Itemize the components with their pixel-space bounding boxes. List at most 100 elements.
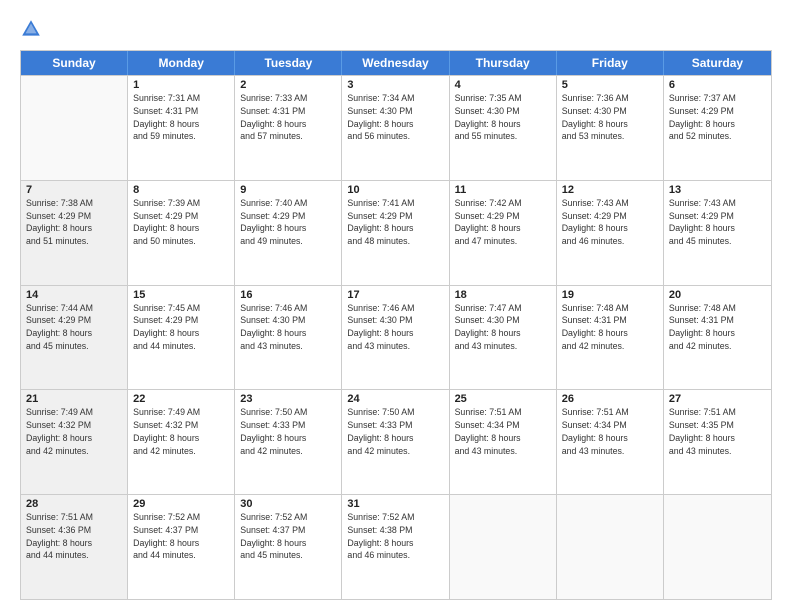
day-number: 29: [133, 498, 229, 510]
calendar-cell: 16Sunrise: 7:46 AM Sunset: 4:30 PM Dayli…: [235, 286, 342, 390]
day-info: Sunrise: 7:44 AM Sunset: 4:29 PM Dayligh…: [26, 302, 122, 353]
logo-icon: [20, 18, 42, 40]
day-number: 22: [133, 393, 229, 405]
calendar-cell: 23Sunrise: 7:50 AM Sunset: 4:33 PM Dayli…: [235, 390, 342, 494]
calendar-cell: [664, 495, 771, 599]
day-info: Sunrise: 7:33 AM Sunset: 4:31 PM Dayligh…: [240, 92, 336, 143]
calendar-cell: 12Sunrise: 7:43 AM Sunset: 4:29 PM Dayli…: [557, 181, 664, 285]
calendar-cell: [557, 495, 664, 599]
calendar-row: 28Sunrise: 7:51 AM Sunset: 4:36 PM Dayli…: [21, 494, 771, 599]
calendar-cell: 30Sunrise: 7:52 AM Sunset: 4:37 PM Dayli…: [235, 495, 342, 599]
day-info: Sunrise: 7:39 AM Sunset: 4:29 PM Dayligh…: [133, 197, 229, 248]
calendar-cell: 27Sunrise: 7:51 AM Sunset: 4:35 PM Dayli…: [664, 390, 771, 494]
day-number: 3: [347, 79, 443, 91]
calendar-cell: 26Sunrise: 7:51 AM Sunset: 4:34 PM Dayli…: [557, 390, 664, 494]
cal-header-day: Sunday: [21, 51, 128, 75]
day-info: Sunrise: 7:46 AM Sunset: 4:30 PM Dayligh…: [240, 302, 336, 353]
calendar-row: 1Sunrise: 7:31 AM Sunset: 4:31 PM Daylig…: [21, 75, 771, 180]
day-info: Sunrise: 7:52 AM Sunset: 4:37 PM Dayligh…: [133, 511, 229, 562]
day-number: 7: [26, 184, 122, 196]
day-number: 14: [26, 289, 122, 301]
calendar-cell: 7Sunrise: 7:38 AM Sunset: 4:29 PM Daylig…: [21, 181, 128, 285]
day-number: 28: [26, 498, 122, 510]
logo: [20, 18, 44, 40]
day-info: Sunrise: 7:43 AM Sunset: 4:29 PM Dayligh…: [562, 197, 658, 248]
day-number: 10: [347, 184, 443, 196]
day-info: Sunrise: 7:51 AM Sunset: 4:35 PM Dayligh…: [669, 406, 766, 457]
cal-header-day: Friday: [557, 51, 664, 75]
day-info: Sunrise: 7:38 AM Sunset: 4:29 PM Dayligh…: [26, 197, 122, 248]
calendar-cell: 18Sunrise: 7:47 AM Sunset: 4:30 PM Dayli…: [450, 286, 557, 390]
header: [20, 18, 772, 40]
calendar-body: 1Sunrise: 7:31 AM Sunset: 4:31 PM Daylig…: [21, 75, 771, 599]
day-info: Sunrise: 7:43 AM Sunset: 4:29 PM Dayligh…: [669, 197, 766, 248]
day-number: 23: [240, 393, 336, 405]
day-number: 20: [669, 289, 766, 301]
calendar-cell: 19Sunrise: 7:48 AM Sunset: 4:31 PM Dayli…: [557, 286, 664, 390]
day-number: 13: [669, 184, 766, 196]
day-info: Sunrise: 7:42 AM Sunset: 4:29 PM Dayligh…: [455, 197, 551, 248]
day-number: 2: [240, 79, 336, 91]
calendar-cell: 22Sunrise: 7:49 AM Sunset: 4:32 PM Dayli…: [128, 390, 235, 494]
calendar: SundayMondayTuesdayWednesdayThursdayFrid…: [20, 50, 772, 600]
day-number: 30: [240, 498, 336, 510]
day-info: Sunrise: 7:36 AM Sunset: 4:30 PM Dayligh…: [562, 92, 658, 143]
calendar-cell: 14Sunrise: 7:44 AM Sunset: 4:29 PM Dayli…: [21, 286, 128, 390]
day-info: Sunrise: 7:37 AM Sunset: 4:29 PM Dayligh…: [669, 92, 766, 143]
day-info: Sunrise: 7:31 AM Sunset: 4:31 PM Dayligh…: [133, 92, 229, 143]
calendar-cell: 11Sunrise: 7:42 AM Sunset: 4:29 PM Dayli…: [450, 181, 557, 285]
day-number: 19: [562, 289, 658, 301]
calendar-cell: 31Sunrise: 7:52 AM Sunset: 4:38 PM Dayli…: [342, 495, 449, 599]
cal-header-day: Monday: [128, 51, 235, 75]
day-number: 1: [133, 79, 229, 91]
calendar-row: 14Sunrise: 7:44 AM Sunset: 4:29 PM Dayli…: [21, 285, 771, 390]
day-number: 15: [133, 289, 229, 301]
cal-header-day: Tuesday: [235, 51, 342, 75]
calendar-row: 7Sunrise: 7:38 AM Sunset: 4:29 PM Daylig…: [21, 180, 771, 285]
day-info: Sunrise: 7:35 AM Sunset: 4:30 PM Dayligh…: [455, 92, 551, 143]
calendar-cell: 20Sunrise: 7:48 AM Sunset: 4:31 PM Dayli…: [664, 286, 771, 390]
calendar-cell: 10Sunrise: 7:41 AM Sunset: 4:29 PM Dayli…: [342, 181, 449, 285]
calendar-cell: 5Sunrise: 7:36 AM Sunset: 4:30 PM Daylig…: [557, 76, 664, 180]
day-info: Sunrise: 7:48 AM Sunset: 4:31 PM Dayligh…: [669, 302, 766, 353]
day-info: Sunrise: 7:49 AM Sunset: 4:32 PM Dayligh…: [133, 406, 229, 457]
day-info: Sunrise: 7:50 AM Sunset: 4:33 PM Dayligh…: [240, 406, 336, 457]
day-number: 9: [240, 184, 336, 196]
day-info: Sunrise: 7:46 AM Sunset: 4:30 PM Dayligh…: [347, 302, 443, 353]
calendar-cell: 2Sunrise: 7:33 AM Sunset: 4:31 PM Daylig…: [235, 76, 342, 180]
day-number: 24: [347, 393, 443, 405]
calendar-cell: 21Sunrise: 7:49 AM Sunset: 4:32 PM Dayli…: [21, 390, 128, 494]
day-info: Sunrise: 7:50 AM Sunset: 4:33 PM Dayligh…: [347, 406, 443, 457]
calendar-cell: 28Sunrise: 7:51 AM Sunset: 4:36 PM Dayli…: [21, 495, 128, 599]
day-info: Sunrise: 7:48 AM Sunset: 4:31 PM Dayligh…: [562, 302, 658, 353]
calendar-cell: 3Sunrise: 7:34 AM Sunset: 4:30 PM Daylig…: [342, 76, 449, 180]
calendar-cell: 24Sunrise: 7:50 AM Sunset: 4:33 PM Dayli…: [342, 390, 449, 494]
calendar-row: 21Sunrise: 7:49 AM Sunset: 4:32 PM Dayli…: [21, 389, 771, 494]
day-info: Sunrise: 7:52 AM Sunset: 4:37 PM Dayligh…: [240, 511, 336, 562]
day-number: 25: [455, 393, 551, 405]
cal-header-day: Wednesday: [342, 51, 449, 75]
calendar-cell: 1Sunrise: 7:31 AM Sunset: 4:31 PM Daylig…: [128, 76, 235, 180]
day-info: Sunrise: 7:51 AM Sunset: 4:34 PM Dayligh…: [562, 406, 658, 457]
day-info: Sunrise: 7:34 AM Sunset: 4:30 PM Dayligh…: [347, 92, 443, 143]
calendar-header: SundayMondayTuesdayWednesdayThursdayFrid…: [21, 51, 771, 75]
day-number: 16: [240, 289, 336, 301]
day-number: 8: [133, 184, 229, 196]
day-info: Sunrise: 7:41 AM Sunset: 4:29 PM Dayligh…: [347, 197, 443, 248]
day-info: Sunrise: 7:51 AM Sunset: 4:36 PM Dayligh…: [26, 511, 122, 562]
day-info: Sunrise: 7:49 AM Sunset: 4:32 PM Dayligh…: [26, 406, 122, 457]
calendar-cell: 13Sunrise: 7:43 AM Sunset: 4:29 PM Dayli…: [664, 181, 771, 285]
day-number: 17: [347, 289, 443, 301]
day-info: Sunrise: 7:45 AM Sunset: 4:29 PM Dayligh…: [133, 302, 229, 353]
calendar-cell: 25Sunrise: 7:51 AM Sunset: 4:34 PM Dayli…: [450, 390, 557, 494]
calendar-cell: 9Sunrise: 7:40 AM Sunset: 4:29 PM Daylig…: [235, 181, 342, 285]
day-number: 5: [562, 79, 658, 91]
day-number: 21: [26, 393, 122, 405]
day-number: 11: [455, 184, 551, 196]
calendar-cell: 17Sunrise: 7:46 AM Sunset: 4:30 PM Dayli…: [342, 286, 449, 390]
calendar-cell: 29Sunrise: 7:52 AM Sunset: 4:37 PM Dayli…: [128, 495, 235, 599]
day-info: Sunrise: 7:52 AM Sunset: 4:38 PM Dayligh…: [347, 511, 443, 562]
day-number: 27: [669, 393, 766, 405]
day-info: Sunrise: 7:51 AM Sunset: 4:34 PM Dayligh…: [455, 406, 551, 457]
calendar-cell: [450, 495, 557, 599]
